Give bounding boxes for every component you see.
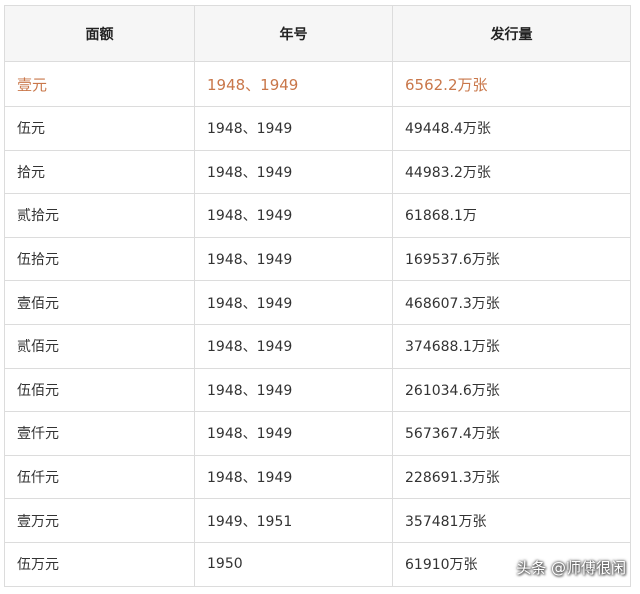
cell-issuance: 44983.2万张: [392, 149, 631, 195]
watermark: 头条 @师傅很闲: [516, 559, 626, 577]
table-row: 贰佰元 1948、1949 374688.1万张: [4, 323, 631, 369]
header-year: 年号: [194, 5, 393, 62]
cell-denomination: 壹仟元: [4, 411, 195, 456]
table-row: 拾元 1948、1949 44983.2万张: [4, 149, 631, 195]
cell-issuance: 567367.4万张: [392, 411, 631, 456]
issuance-table-container: 面额 年号 发行量 壹元 1948、1949 6562.2万张 伍元 1948、…: [4, 5, 631, 587]
cell-denomination: 拾元: [4, 149, 195, 195]
cell-denomination: 贰拾元: [4, 193, 195, 238]
cell-denomination: 伍拾元: [4, 236, 195, 282]
cell-year: 1948、1949: [194, 280, 393, 325]
table-row: 壹佰元 1948、1949 468607.3万张: [4, 280, 631, 325]
header-issuance: 发行量: [392, 5, 631, 62]
header-denomination: 面额: [4, 5, 195, 62]
cell-denomination: 伍万元: [4, 541, 195, 587]
cell-denomination: 壹万元: [4, 498, 195, 543]
cell-year: 1948、1949: [194, 411, 393, 456]
cell-issuance: 357481万张: [392, 498, 631, 543]
table-row: 壹万元 1949、1951 357481万张: [4, 498, 631, 543]
cell-year: 1948、1949: [194, 454, 393, 500]
cell-year: 1948、1949: [194, 61, 393, 107]
table-row: 伍拾元 1948、1949 169537.6万张: [4, 236, 631, 282]
table-row: 伍元 1948、1949 49448.4万张: [4, 106, 631, 151]
table-row: 伍仟元 1948、1949 228691.3万张: [4, 454, 631, 500]
cell-denomination: 伍仟元: [4, 454, 195, 500]
cell-issuance: 228691.3万张: [392, 454, 631, 500]
table-row: 伍佰元 1948、1949 261034.6万张: [4, 367, 631, 413]
cell-issuance: 61868.1万: [392, 193, 631, 238]
cell-year: 1948、1949: [194, 106, 393, 151]
cell-year: 1948、1949: [194, 236, 393, 282]
cell-issuance: 6562.2万张: [392, 61, 631, 107]
table-header-row: 面额 年号 发行量: [4, 5, 631, 62]
cell-denomination: 伍元: [4, 106, 195, 151]
cell-denomination: 壹元: [4, 61, 195, 107]
cell-year: 1948、1949: [194, 193, 393, 238]
cell-year: 1948、1949: [194, 149, 393, 195]
cell-year: 1948、1949: [194, 323, 393, 369]
issuance-table: 面额 年号 发行量 壹元 1948、1949 6562.2万张 伍元 1948、…: [4, 5, 631, 587]
cell-year: 1949、1951: [194, 498, 393, 543]
table-row: 壹元 1948、1949 6562.2万张: [4, 61, 631, 107]
table-row: 贰拾元 1948、1949 61868.1万: [4, 193, 631, 238]
cell-denomination: 壹佰元: [4, 280, 195, 325]
cell-issuance: 374688.1万张: [392, 323, 631, 369]
cell-issuance: 169537.6万张: [392, 236, 631, 282]
cell-issuance: 468607.3万张: [392, 280, 631, 325]
cell-denomination: 伍佰元: [4, 367, 195, 413]
cell-issuance: 261034.6万张: [392, 367, 631, 413]
table-row: 壹仟元 1948、1949 567367.4万张: [4, 411, 631, 456]
cell-issuance: 49448.4万张: [392, 106, 631, 151]
cell-year: 1948、1949: [194, 367, 393, 413]
cell-year: 1950: [194, 541, 393, 587]
cell-denomination: 贰佰元: [4, 323, 195, 369]
